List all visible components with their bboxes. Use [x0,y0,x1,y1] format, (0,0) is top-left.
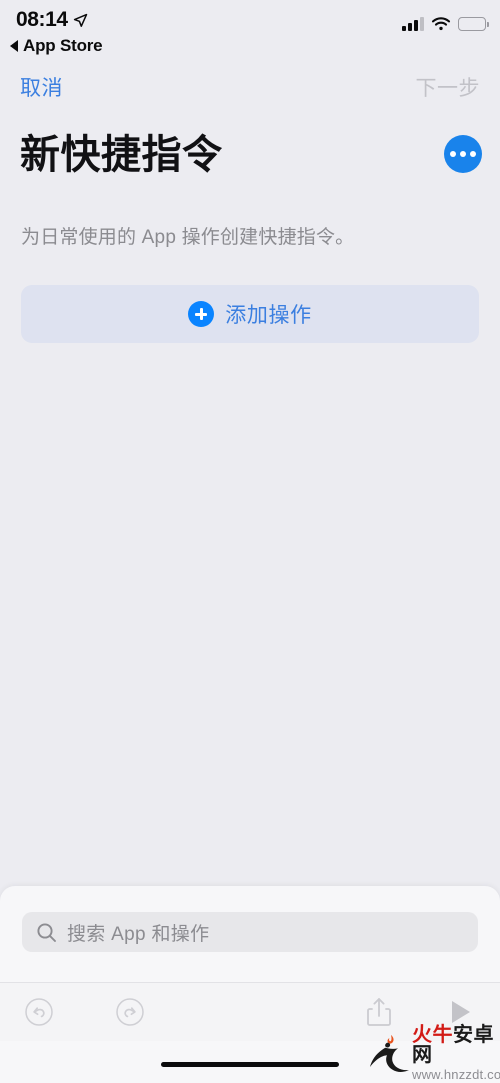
watermark-text: 火牛安卓网 www.hnzzdt.com [412,1025,500,1081]
page-title: 新快捷指令 [20,133,223,177]
watermark-brand-red: 火牛 [412,1024,453,1046]
page-subtitle: 为日常使用的 App 操作创建快捷指令。 [21,227,355,248]
location-arrow-icon [73,13,87,27]
undo-icon [25,998,53,1026]
undo-button[interactable] [0,983,78,1041]
status-time-group: 08:14 [16,8,88,32]
site-watermark: 火牛安卓网 www.hnzzdt.com [368,1025,500,1081]
search-icon [37,922,56,942]
ellipsis-dot [460,151,466,157]
redo-button[interactable] [78,983,182,1041]
status-time: 08:14 [16,8,68,31]
cancel-button[interactable]: 取消 [20,72,63,102]
plus-circle-icon [188,301,215,327]
shortcuts-new-shortcut-screen: 08:14 App Store 取消 下一步 新快捷指令 为日常使用的 App … [0,0,500,1083]
redo-icon [116,998,144,1026]
watermark-url: www.hnzzdt.com [412,1067,500,1082]
back-to-app-store-button[interactable]: App Store [10,36,103,56]
add-action-label: 添加操作 [225,304,312,327]
ellipsis-dot [470,151,476,157]
search-placeholder: 搜索 App 和操作 [67,923,210,945]
back-app-label: App Store [23,36,103,55]
share-icon [367,998,391,1026]
title-row: 新快捷指令 [0,130,500,188]
more-options-button[interactable] [444,135,482,173]
home-indicator [161,1062,339,1067]
status-bar: 08:14 App Store [0,0,500,60]
cellular-signal-icon [402,17,424,31]
action-search-sheet: 搜索 App 和操作 火牛安卓网 www.hnzzdt.co [0,886,500,1083]
status-indicators [402,16,489,31]
battery-full-icon [458,17,489,31]
bull-flame-logo-icon [370,1035,409,1072]
back-triangle-icon [10,40,18,52]
navigation-bar: 取消 下一步 [0,72,500,110]
next-button[interactable]: 下一步 [416,72,481,102]
wifi-icon [431,17,451,31]
add-action-button[interactable]: 添加操作 [21,285,479,343]
play-icon [452,1001,470,1023]
ellipsis-dot [450,151,456,157]
search-input[interactable]: 搜索 App 和操作 [22,912,478,952]
watermark-brand: 火牛安卓网 [412,1025,500,1065]
